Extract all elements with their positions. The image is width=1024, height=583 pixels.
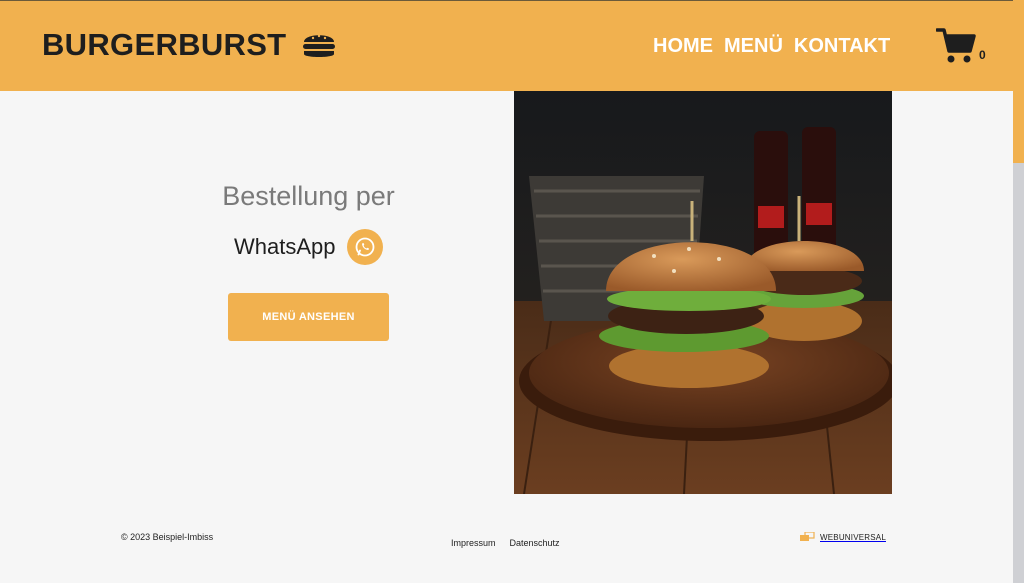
whatsapp-icon[interactable] — [347, 229, 383, 265]
main-nav: HOME MENÜ KONTAKT — [653, 35, 890, 58]
hero-subheading: WhatsApp — [234, 234, 336, 259]
scrollbar-track[interactable] — [1013, 91, 1024, 583]
cart-count: 0 — [979, 48, 986, 62]
nav-menu[interactable]: MENÜ — [724, 35, 783, 58]
hero-heading: Bestellung per — [222, 181, 395, 211]
webuniversal-link[interactable]: WEBUNIVERSAL — [800, 532, 886, 542]
site-header: BURGERBURST HOME MENÜ KONTAKT 0 — [0, 0, 1024, 91]
impressum-link[interactable]: Impressum — [451, 538, 496, 548]
webuniversal-logo-icon — [800, 532, 815, 541]
nav-home[interactable]: HOME — [653, 35, 713, 58]
footer-links: Impressum Datenschutz — [451, 538, 560, 548]
burger-icon — [303, 34, 336, 57]
datenschutz-link[interactable]: Datenschutz — [510, 538, 560, 548]
logo-text: BURGERBURST — [42, 27, 287, 62]
shopping-cart-icon[interactable] — [936, 27, 976, 65]
webuniversal-text: WEBUNIVERSAL — [820, 532, 886, 542]
site-logo[interactable]: BURGERBURST — [42, 27, 336, 63]
scrollbar-thumb[interactable] — [1013, 0, 1024, 163]
view-menu-button[interactable]: MENÜ ANSEHEN — [228, 293, 389, 341]
burger-photo — [514, 91, 892, 494]
copyright-text: © 2023 Beispiel-Imbiss — [121, 532, 214, 542]
nav-contact[interactable]: KONTAKT — [794, 35, 890, 58]
